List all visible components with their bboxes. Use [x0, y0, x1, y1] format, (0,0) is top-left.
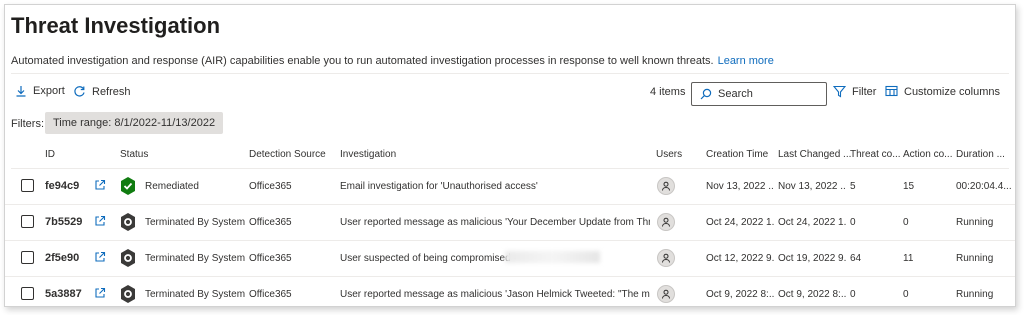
- threat-count: 5: [850, 181, 856, 192]
- duration: Running: [956, 253, 994, 264]
- items-count: 4 items: [650, 86, 686, 98]
- status-text: Terminated By System: [145, 289, 246, 300]
- learn-more-link[interactable]: Learn more: [718, 55, 774, 67]
- row-id[interactable]: 2f5e90: [45, 252, 79, 264]
- threat-count: 0: [850, 217, 856, 228]
- investigation-name: Email investigation for 'Unauthorised ac…: [340, 181, 538, 192]
- status-text: Terminated By System: [145, 253, 246, 264]
- page-description: Automated investigation and response (AI…: [11, 55, 774, 67]
- terminated-shield-icon: [121, 213, 135, 231]
- investigation-name: User suspected of being compromised -: [340, 253, 517, 264]
- column-header-duration[interactable]: Duration ...: [956, 149, 1005, 160]
- duration: 00:20:04.4...: [956, 181, 1012, 192]
- user-avatar-icon[interactable]: [657, 177, 675, 195]
- row-id[interactable]: 7b5529: [45, 216, 82, 228]
- download-icon: [16, 86, 26, 97]
- open-in-new-icon[interactable]: [94, 179, 106, 191]
- refresh-icon: [74, 86, 85, 97]
- time-range-filter-chip[interactable]: Time range: 8/1/2022-11/13/2022: [45, 112, 224, 134]
- customize-columns-button[interactable]: Customize columns: [885, 85, 1000, 98]
- filter-icon: [833, 85, 846, 98]
- threat-count: 0: [850, 289, 856, 300]
- column-header-users[interactable]: Users: [656, 149, 682, 160]
- user-avatar-icon[interactable]: [657, 285, 675, 303]
- action-count: 0: [903, 217, 909, 228]
- row-id[interactable]: 5a3887: [45, 288, 82, 300]
- open-in-new-icon[interactable]: [94, 215, 106, 227]
- row-checkbox[interactable]: [21, 251, 34, 264]
- investigation-name: User reported message as malicious 'Jaso…: [340, 289, 650, 300]
- action-count: 0: [903, 289, 909, 300]
- creation-time: Oct 9, 2022 8:...: [706, 289, 774, 300]
- status-text: Terminated By System: [145, 217, 246, 228]
- action-count: 11: [903, 253, 914, 264]
- page-title: Threat Investigation: [11, 13, 221, 38]
- columns-icon: [885, 85, 898, 97]
- divider: [11, 73, 1009, 74]
- customize-label: Customize columns: [904, 85, 1000, 98]
- row-checkbox[interactable]: [21, 215, 34, 228]
- user-avatar-icon[interactable]: [657, 249, 675, 267]
- duration: Running: [956, 217, 994, 228]
- terminated-shield-icon: [121, 249, 135, 267]
- investigation-name: User reported message as malicious 'Your…: [340, 217, 650, 228]
- export-button[interactable]: Export: [15, 85, 65, 97]
- refresh-label: Refresh: [92, 85, 131, 98]
- threat-count: 64: [850, 253, 862, 264]
- row-id[interactable]: fe94c9: [45, 180, 79, 192]
- creation-time: Nov 13, 2022 ...: [706, 181, 774, 192]
- duration: Running: [956, 289, 994, 300]
- status-text: Remediated: [145, 181, 199, 192]
- table-row[interactable]: 7b5529 Terminated By System Office365 Us…: [5, 205, 1015, 241]
- search-box[interactable]: [691, 82, 827, 106]
- threat-investigation-panel: Threat Investigation Automated investiga…: [4, 4, 1016, 307]
- last-changed: Oct 9, 2022 8:...: [778, 289, 846, 300]
- description-text: Automated investigation and response (AI…: [11, 55, 714, 67]
- column-header-creation-time[interactable]: Creation Time: [706, 149, 768, 160]
- column-header-threat-count[interactable]: Threat co...: [850, 149, 901, 160]
- redacted-username: [505, 251, 600, 263]
- open-in-new-icon[interactable]: [94, 251, 106, 263]
- last-changed: Nov 13, 2022 ...: [778, 181, 846, 192]
- detection-source: Office365: [249, 253, 292, 264]
- user-avatar-icon[interactable]: [657, 213, 675, 231]
- filter-label: Filter: [852, 85, 877, 98]
- column-header-detection-source[interactable]: Detection Source: [249, 149, 326, 160]
- search-icon: [700, 88, 712, 100]
- filters-label: Filters:: [11, 118, 44, 130]
- filter-button[interactable]: Filter: [833, 85, 876, 98]
- last-changed: Oct 24, 2022 1...: [778, 217, 846, 228]
- column-header-action-count[interactable]: Action co...: [903, 149, 952, 160]
- detection-source: Office365: [249, 217, 292, 228]
- table-row[interactable]: fe94c9 Remediated Office365 Email invest…: [5, 169, 1015, 205]
- creation-time: Oct 24, 2022 1...: [706, 217, 774, 228]
- table-row[interactable]: 2f5e90 Terminated By System Office365 Us…: [5, 241, 1015, 277]
- column-header-last-changed[interactable]: Last Changed ...: [778, 149, 851, 160]
- refresh-button[interactable]: Refresh: [73, 85, 131, 98]
- remediated-shield-icon: [121, 177, 135, 195]
- last-changed: Oct 19, 2022 9...: [778, 253, 846, 264]
- detection-source: Office365: [249, 181, 292, 192]
- search-input[interactable]: [718, 88, 818, 100]
- row-checkbox[interactable]: [21, 287, 34, 300]
- open-in-new-icon[interactable]: [94, 287, 106, 299]
- detection-source: Office365: [249, 289, 292, 300]
- creation-time: Oct 12, 2022 9...: [706, 253, 774, 264]
- table-row[interactable]: 5a3887 Terminated By System Office365 Us…: [5, 277, 1015, 306]
- column-header-investigation[interactable]: Investigation: [340, 149, 396, 160]
- action-count: 15: [903, 181, 915, 192]
- row-checkbox[interactable]: [21, 179, 34, 192]
- column-header-status[interactable]: Status: [120, 149, 148, 160]
- export-label: Export: [33, 85, 65, 97]
- column-header-id[interactable]: ID: [45, 149, 55, 160]
- terminated-shield-icon: [121, 285, 135, 303]
